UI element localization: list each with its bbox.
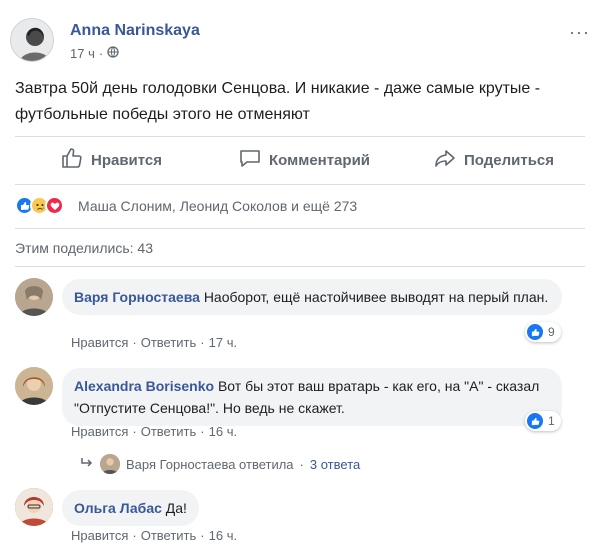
comment-reply-link[interactable]: Ответить	[141, 528, 197, 543]
thumbs-up-icon	[60, 146, 84, 174]
post-text: Завтра 50й день голодовки Сенцова. И ник…	[15, 80, 541, 123]
comment-author[interactable]: Ольга Лабас	[74, 500, 162, 516]
like-icon	[527, 413, 543, 429]
reply-avatar	[100, 454, 120, 474]
comment-button[interactable]: Комментарий	[238, 146, 370, 174]
author-avatar[interactable]	[10, 18, 54, 62]
comment-like-count[interactable]: 9	[525, 322, 561, 342]
divider	[15, 266, 585, 267]
comment-like-count[interactable]: 1	[525, 411, 561, 431]
share-button[interactable]: Поделиться	[433, 146, 554, 174]
comment-label: Комментарий	[269, 151, 371, 169]
separator: ·	[200, 335, 205, 350]
like-button[interactable]: Нравится	[60, 146, 162, 174]
separator: ·	[200, 528, 205, 543]
comment-time[interactable]: 16 ч.	[209, 424, 237, 439]
comment-actions: Нравится · Ответить · 16 ч.	[71, 528, 237, 543]
reply-thread[interactable]: Варя Горностаева ответила · 3 ответа	[80, 454, 360, 474]
comment-bubble: Ольга Лабас Да!	[62, 490, 199, 526]
post-meta: 17 ч ·	[70, 46, 119, 61]
share-icon	[433, 146, 457, 174]
separator: ·	[132, 335, 137, 350]
like-label: Нравится	[91, 151, 163, 169]
comment-author[interactable]: Варя Горностаева	[74, 289, 200, 305]
comment-actions: Нравится · Ответить · 17 ч.	[71, 335, 237, 350]
reply-author-text: Варя Горностаева ответила	[126, 456, 294, 472]
post-time[interactable]: 17 ч	[70, 46, 95, 61]
reaction-names[interactable]: Маша Слоним, Леонид Соколов и ещё 273	[78, 198, 357, 214]
reply-arrow-icon	[80, 457, 94, 472]
separator: ·	[200, 424, 205, 439]
post-author[interactable]: Anna Narinskaya	[70, 22, 200, 40]
comment-time[interactable]: 16 ч.	[209, 528, 237, 543]
like-count: 1	[548, 414, 555, 428]
comment-bubble: Варя Горностаева Наоборот, ещё настойчив…	[62, 279, 562, 315]
comment-author[interactable]: Alexandra Borisenko	[74, 378, 214, 394]
comment-like-link[interactable]: Нравится	[71, 528, 128, 543]
shares-count[interactable]: Этим поделились: 43	[15, 240, 153, 256]
comment-reply-link[interactable]: Ответить	[141, 335, 197, 350]
separator: ·	[132, 424, 137, 439]
meta-separator: ·	[98, 46, 104, 61]
comment-text: Да!	[165, 500, 187, 516]
more-options-button[interactable]: ···	[569, 22, 590, 43]
like-icon	[527, 324, 543, 340]
comment-time[interactable]: 17 ч.	[209, 335, 237, 350]
commenter-avatar[interactable]	[15, 367, 53, 405]
commenter-avatar[interactable]	[15, 488, 53, 526]
comment-actions: Нравится · Ответить · 16 ч.	[71, 424, 237, 439]
commenter-avatar[interactable]	[15, 278, 53, 316]
comment-bubble: Alexandra Borisenko Вот бы этот ваш врат…	[62, 368, 562, 426]
separator: ·	[299, 456, 304, 472]
globe-icon	[107, 46, 119, 61]
divider	[15, 228, 585, 229]
share-label: Поделиться	[464, 151, 555, 169]
divider	[15, 184, 585, 185]
reaction-icons[interactable]	[15, 196, 64, 215]
comment-icon	[238, 146, 262, 174]
love-icon	[45, 196, 64, 215]
comment-like-link[interactable]: Нравится	[71, 335, 128, 350]
comment-reply-link[interactable]: Ответить	[141, 424, 197, 439]
replies-count-link[interactable]: 3 ответа	[310, 457, 360, 472]
separator: ·	[132, 528, 137, 543]
divider	[15, 136, 585, 137]
like-count: 9	[548, 325, 555, 339]
comment-text: Наоборот, ещё настойчивее выводят на пер…	[203, 289, 549, 305]
comment-like-link[interactable]: Нравится	[71, 424, 128, 439]
